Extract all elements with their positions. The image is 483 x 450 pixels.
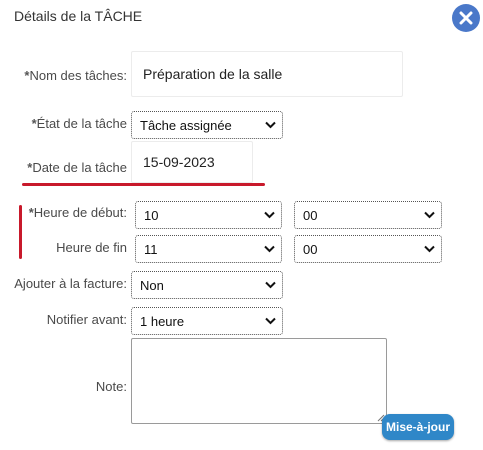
chevron-down-icon [264, 245, 275, 253]
task-state-label: *État de la tâche [32, 116, 127, 131]
note-label: Note: [95, 379, 127, 394]
start-hour-value: 10 [144, 207, 159, 223]
end-minute-select[interactable]: 00 [294, 235, 442, 263]
task-name-label-text: Nom des tâches: [29, 68, 127, 83]
task-name-value: Préparation de la salle [143, 66, 283, 82]
task-date-input[interactable]: 15-09-2023 [131, 141, 253, 183]
add-to-invoice-label: Ajouter à la facture: [14, 276, 127, 291]
add-to-invoice-value: Non [140, 277, 164, 293]
close-icon [459, 11, 473, 25]
dialog-title: Détails de la TÂCHE [14, 8, 143, 24]
task-date-label: *Date de la tâche [27, 160, 127, 175]
notify-before-select[interactable]: 1 heure [131, 307, 283, 335]
task-date-value: 15-09-2023 [143, 154, 215, 170]
task-name-label: *Nom des tâches: [24, 68, 127, 83]
chevron-down-icon [264, 211, 275, 219]
end-hour-value: 11 [144, 241, 158, 257]
task-state-label-text: État de la tâche [36, 116, 127, 131]
end-hour-select[interactable]: 11 [135, 235, 282, 263]
note-textarea[interactable] [131, 338, 387, 424]
red-underline-annotation [22, 183, 265, 186]
notify-before-label: Notifier avant: [46, 312, 127, 327]
chevron-down-icon [424, 211, 435, 219]
red-vertical-annotation [19, 205, 22, 259]
end-minute-value: 00 [303, 241, 318, 257]
end-time-label: Heure de fin [56, 240, 127, 255]
chevron-down-icon [265, 281, 276, 289]
close-button[interactable] [452, 4, 480, 32]
task-state-value: Tâche assignée [140, 117, 232, 133]
update-button[interactable]: Mise-à-jour [382, 414, 454, 440]
chevron-down-icon [265, 317, 276, 325]
chevron-down-icon [424, 245, 435, 253]
start-minute-select[interactable]: 00 [294, 201, 442, 229]
add-to-invoice-select[interactable]: Non [131, 271, 283, 299]
start-minute-value: 00 [303, 207, 318, 223]
task-state-select[interactable]: Tâche assignée [131, 111, 283, 139]
task-name-input[interactable]: Préparation de la salle [131, 51, 403, 97]
chevron-down-icon [265, 121, 276, 129]
start-time-label-text: Heure de début: [33, 205, 127, 220]
notify-before-value: 1 heure [140, 313, 185, 329]
start-time-label: *Heure de début: [29, 205, 127, 220]
task-date-label-text: Date de la tâche [32, 160, 127, 175]
start-hour-select[interactable]: 10 [135, 201, 282, 229]
